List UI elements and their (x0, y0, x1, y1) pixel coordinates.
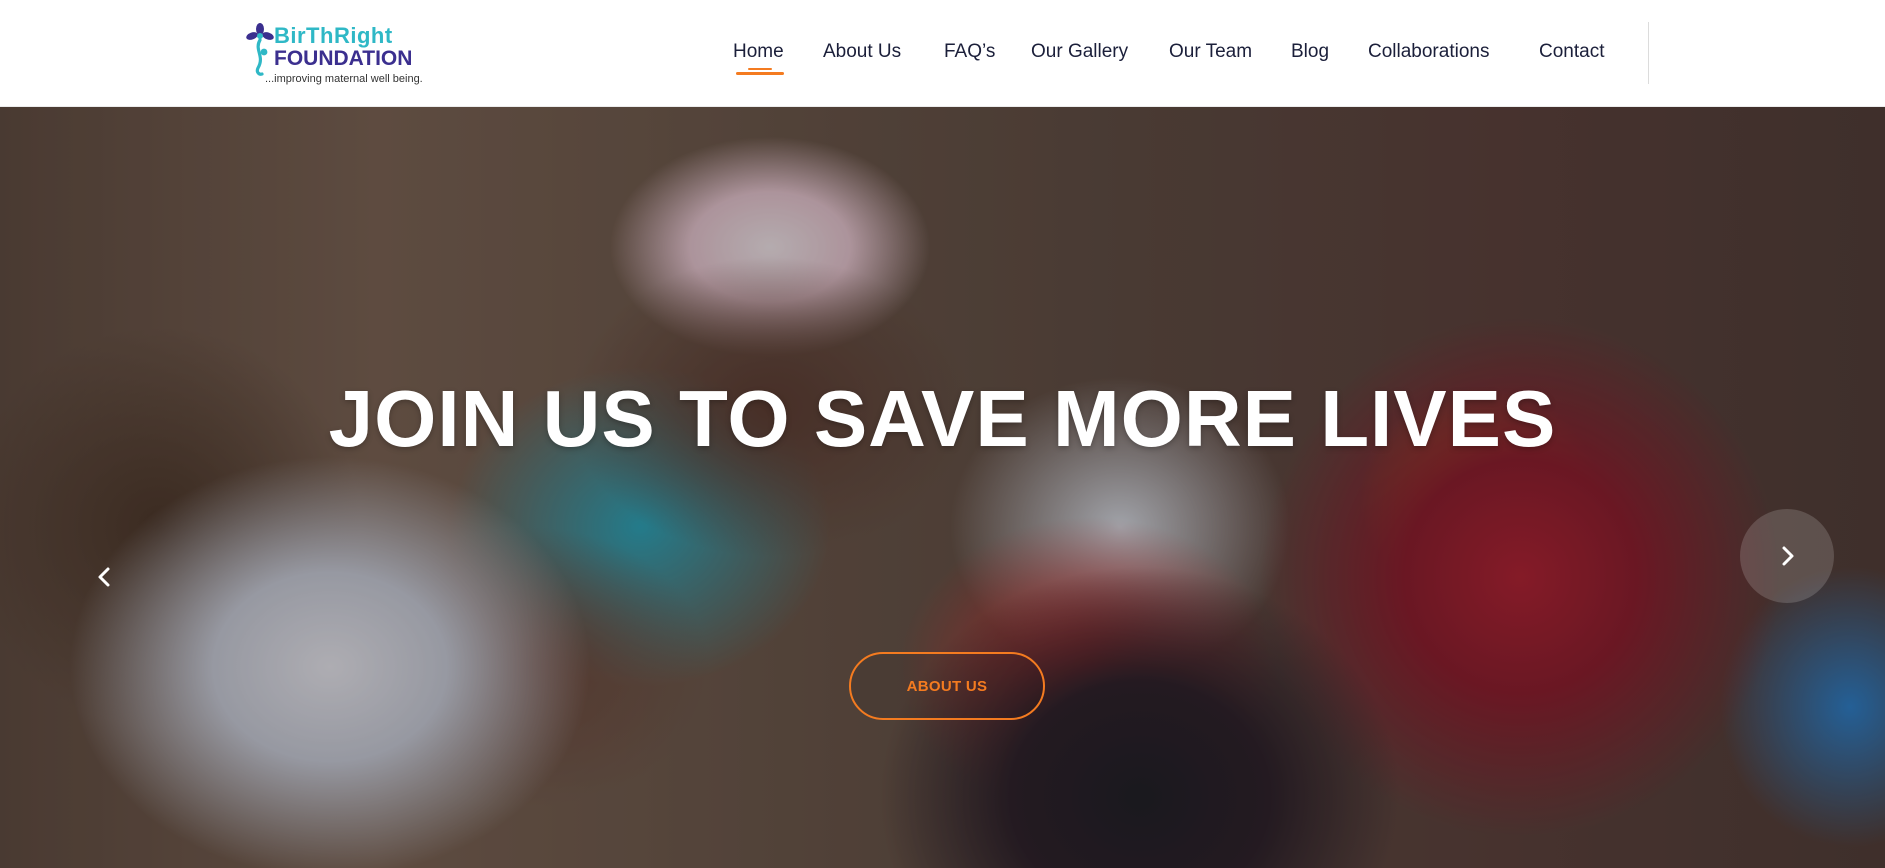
nav-item-blog[interactable]: Blog (1291, 40, 1329, 64)
header-divider (1648, 22, 1649, 84)
brand-name-line2: FOUNDATION (274, 47, 413, 70)
slider-next-button[interactable] (1740, 509, 1834, 603)
hero-title: JOIN US TO SAVE MORE LIVES (328, 374, 1557, 463)
brand-logo[interactable]: BirThRight FOUNDATION ...improving mater… (243, 20, 443, 88)
nav-item-collaborations[interactable]: Collaborations (1368, 40, 1489, 64)
brand-name-line1: BirThRight (274, 23, 393, 48)
active-nav-indicator (736, 72, 784, 75)
site-header: BirThRight FOUNDATION ...improving mater… (0, 0, 1885, 107)
nav-item-faqs[interactable]: FAQ’s (944, 40, 995, 64)
nav-item-our-team[interactable]: Our Team (1169, 40, 1252, 64)
brand-tagline: ...improving maternal well being. (265, 73, 423, 85)
chevron-right-icon (1782, 546, 1794, 566)
active-nav-indicator-top (748, 68, 772, 70)
nav-item-contact[interactable]: Contact (1539, 40, 1604, 64)
hero-image-overlay (0, 107, 1885, 868)
nav-item-about-us[interactable]: About Us (823, 40, 901, 64)
hero-slider: JOIN US TO SAVE MORE LIVES ABOUT US (0, 107, 1885, 868)
nav-item-our-gallery[interactable]: Our Gallery (1031, 40, 1128, 64)
chevron-left-icon (98, 567, 110, 587)
about-us-button[interactable]: ABOUT US (849, 652, 1045, 720)
nav-item-home[interactable]: Home (733, 40, 784, 64)
flower-logo-icon (246, 23, 274, 76)
slider-prev-button[interactable] (85, 557, 125, 597)
